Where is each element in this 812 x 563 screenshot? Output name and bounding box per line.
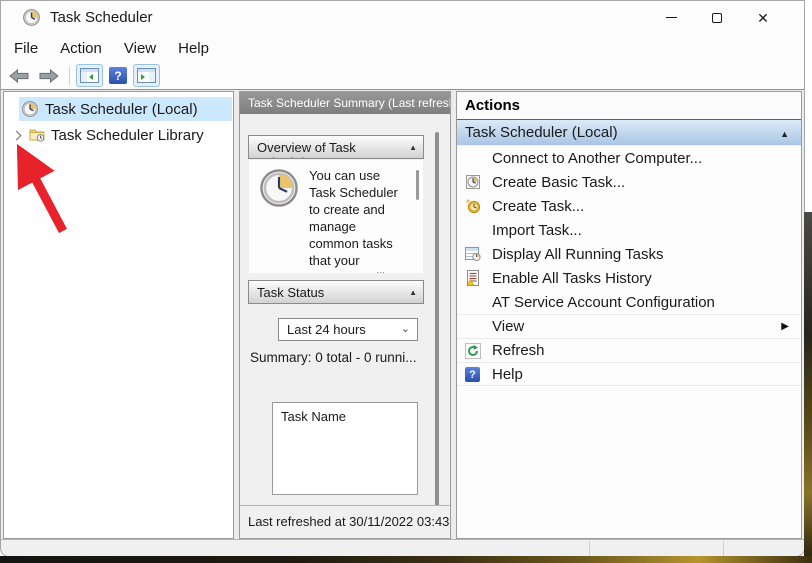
minimize-icon: [666, 17, 677, 18]
action-label: Create Task...: [492, 198, 584, 215]
tree-item-task-scheduler-library[interactable]: Task Scheduler Library: [4, 123, 233, 147]
main-area: Task Scheduler (Local) Task Scheduler Li…: [1, 89, 804, 539]
action-label: Import Task...: [492, 222, 582, 239]
action-view[interactable]: View ▶: [457, 314, 801, 338]
tree-item-task-scheduler-local[interactable]: Task Scheduler (Local): [4, 97, 233, 121]
menu-file[interactable]: File: [3, 37, 49, 60]
expand-chevron-icon[interactable]: [12, 130, 22, 140]
show-action-pane-icon: [137, 68, 156, 83]
close-button[interactable]: ✕: [740, 1, 786, 34]
forward-button[interactable]: [35, 64, 63, 87]
action-label: Refresh: [492, 342, 545, 359]
action-import-task[interactable]: Import Task...: [457, 218, 801, 242]
console-tree-panel: Task Scheduler (Local) Task Scheduler Li…: [3, 91, 234, 539]
last-refreshed-text: Last refreshed at 30/11/2022 03:43:22: [240, 505, 450, 538]
refresh-icon: [464, 342, 481, 359]
screen: Task Scheduler ✕ File Action View Help: [0, 0, 812, 563]
desktop-edge: [0, 556, 812, 563]
clock-icon: [260, 169, 298, 207]
task-name-table: Task Name: [272, 402, 418, 495]
clock-icon: [23, 9, 40, 26]
overview-text: You can use Task Scheduler to create and…: [309, 167, 401, 273]
status-bar: [1, 539, 804, 557]
status-bar-separator: [723, 541, 724, 557]
forward-arrow-icon: [39, 69, 59, 83]
action-label: Enable All Tasks History: [492, 270, 652, 287]
toolbar: ?: [1, 62, 804, 89]
overview-section-title: Overview of Task Scheduler: [249, 136, 423, 159]
back-arrow-icon: [9, 69, 29, 83]
action-enable-all-tasks-history[interactable]: Enable All Tasks History: [457, 266, 801, 290]
action-label: View: [492, 318, 524, 335]
task-scheduler-window: Task Scheduler ✕ File Action View Help: [0, 0, 805, 557]
collapse-arrow-icon[interactable]: ▲: [409, 143, 417, 152]
help-icon: ?: [109, 67, 127, 84]
action-create-task[interactable]: Create Task...: [457, 194, 801, 218]
summary-scrollbar[interactable]: [435, 132, 439, 522]
desktop-edge: [804, 212, 812, 563]
action-label: Create Basic Task...: [492, 174, 625, 191]
time-range-dropdown[interactable]: Last 24 hours ⌄: [278, 318, 418, 341]
overview-scrollbar[interactable]: [416, 170, 419, 200]
folder-clock-icon: [29, 127, 45, 143]
submenu-arrow-icon: ▶: [781, 321, 789, 332]
show-action-pane-button[interactable]: [133, 64, 160, 87]
summary-panel-header: Task Scheduler Summary (Last refreshed: [240, 92, 450, 114]
window-controls: ✕: [648, 1, 786, 34]
summary-panel: Task Scheduler Summary (Last refreshed O…: [239, 91, 451, 539]
menu-action[interactable]: Action: [49, 37, 113, 60]
title-bar: Task Scheduler ✕: [1, 1, 804, 34]
window-title: Task Scheduler: [50, 9, 153, 26]
action-label: Connect to Another Computer...: [492, 150, 702, 167]
action-connect-to-another-computer[interactable]: Connect to Another Computer...: [457, 146, 801, 170]
overview-section-header[interactable]: Overview of Task Scheduler ▲: [248, 135, 424, 159]
action-label: Help: [492, 366, 523, 383]
actions-panel-title: Actions: [457, 92, 801, 120]
close-icon: ✕: [757, 11, 769, 25]
task-name-column-header: Task Name: [281, 409, 346, 424]
collapse-arrow-icon[interactable]: ▲: [780, 129, 789, 139]
help-icon: ?: [464, 366, 481, 383]
overview-body: You can use Task Scheduler to create and…: [249, 160, 423, 273]
basic-task-icon: [464, 173, 481, 190]
task-status-summary: Summary: 0 total - 0 runni...: [250, 350, 430, 365]
collapse-arrow-icon[interactable]: ▲: [409, 288, 417, 297]
action-help[interactable]: ? Help: [457, 362, 801, 386]
action-create-basic-task[interactable]: Create Basic Task...: [457, 170, 801, 194]
actions-group-header[interactable]: Task Scheduler (Local) ▲: [457, 120, 801, 146]
minimize-button[interactable]: [648, 1, 694, 34]
create-task-icon: [464, 197, 481, 214]
task-status-section-header[interactable]: Task Status ▲: [248, 280, 424, 304]
actions-panel: Actions Task Scheduler (Local) ▲ Connect…: [456, 91, 802, 539]
action-display-all-running-tasks[interactable]: Display All Running Tasks: [457, 242, 801, 266]
chevron-down-icon: ⌄: [401, 319, 410, 340]
show-console-tree-icon: [80, 68, 99, 83]
clock-icon: [22, 101, 38, 117]
menu-help[interactable]: Help: [167, 37, 220, 60]
time-range-value: Last 24 hours: [287, 322, 366, 337]
actions-group-label: Task Scheduler (Local): [465, 124, 618, 141]
running-tasks-icon: [464, 245, 481, 262]
toolbar-help-button[interactable]: ?: [105, 64, 131, 87]
back-button[interactable]: [5, 64, 33, 87]
maximize-button[interactable]: [694, 1, 740, 34]
maximize-icon: [712, 13, 722, 23]
action-label: AT Service Account Configuration: [492, 294, 715, 311]
menu-bar: File Action View Help: [1, 34, 804, 62]
action-at-service-account-configuration[interactable]: AT Service Account Configuration: [457, 290, 801, 314]
action-label: Display All Running Tasks: [492, 246, 663, 263]
toolbar-separator: [69, 67, 70, 85]
tree-item-label: Task Scheduler Library: [51, 127, 204, 144]
task-status-title: Task Status: [249, 281, 423, 300]
tasks-history-icon: [464, 269, 481, 286]
show-console-tree-button[interactable]: [76, 64, 103, 87]
menu-view[interactable]: View: [113, 37, 167, 60]
action-refresh[interactable]: Refresh: [457, 338, 801, 362]
tree-item-label: Task Scheduler (Local): [45, 101, 198, 118]
status-bar-separator: [589, 541, 590, 557]
